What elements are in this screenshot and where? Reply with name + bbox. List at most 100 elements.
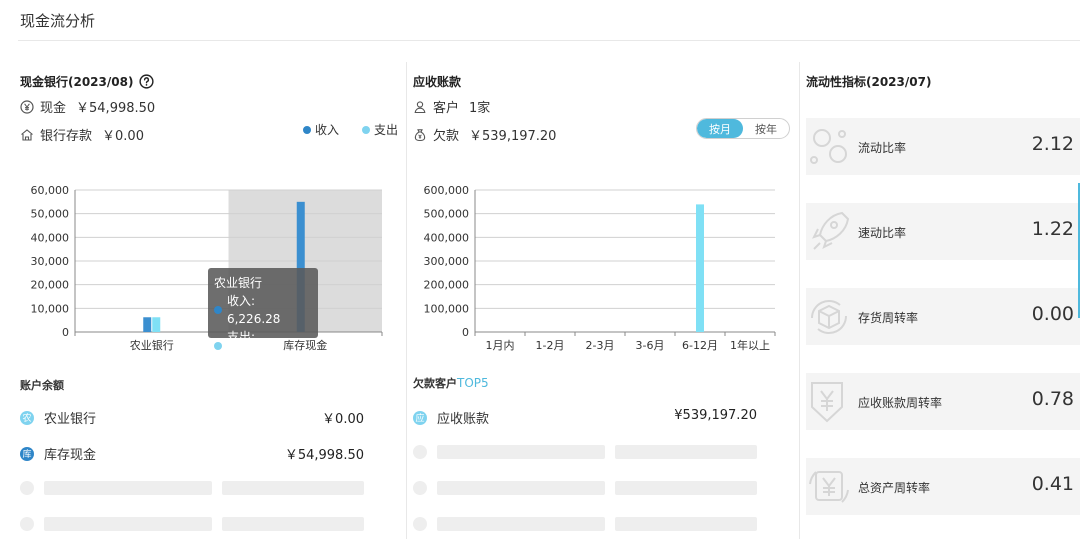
y-tick-label: 30,000 <box>31 255 70 268</box>
user-icon <box>413 100 427 114</box>
cash-label: 现金 <box>40 101 67 116</box>
debtor-row[interactable]: 应 应收账款 <box>413 408 489 427</box>
period-toggle[interactable]: 按月 按年 <box>696 118 790 139</box>
owed-value: ￥539,197.20 <box>469 129 557 144</box>
y-tick-label: 50,000 <box>31 208 70 221</box>
tooltip-income-row: 收入: 6,226.28 <box>214 292 312 328</box>
placeholder-bar <box>44 517 212 531</box>
placeholder-dot <box>20 481 34 495</box>
deposit-value: ￥0.00 <box>102 129 144 144</box>
metric-label: 总资产周转率 <box>858 481 931 495</box>
bar <box>696 204 704 332</box>
balance-amount: ￥0.00 <box>322 412 364 427</box>
circles-icon <box>808 124 850 169</box>
x-tick-label: 2-3月 <box>586 339 615 352</box>
tooltip-income: 收入: 6,226.28 <box>226 294 281 326</box>
customer-line: 客户 1家 <box>413 97 490 116</box>
customer-value: 1家 <box>469 101 491 116</box>
question-circle-icon[interactable] <box>139 74 155 89</box>
legend-expense[interactable]: 支出 <box>362 121 398 138</box>
placeholder-dot <box>413 481 427 495</box>
x-tick-label: 1月内 <box>486 338 515 352</box>
placeholder-bar <box>44 481 212 495</box>
balance-name: 库存现金 <box>44 448 97 463</box>
rocket-icon <box>808 209 850 254</box>
metric-label: 存货周转率 <box>858 311 919 325</box>
y-tick-label: 400,000 <box>424 231 470 244</box>
owed-label: 欠款 <box>433 129 460 144</box>
tooltip-expense: 支出: 6,226.28 <box>226 330 281 362</box>
deposit-line: 银行存款 ￥0.00 <box>20 125 144 144</box>
y-tick-label: 60,000 <box>31 184 70 197</box>
tooltip-expense-row: 支出: 6,226.28 <box>214 328 312 364</box>
yen-cycle-icon <box>808 464 850 509</box>
cash-bank-title: 现金银行(2023/08) <box>20 73 155 90</box>
legend-expense-label: 支出 <box>374 123 399 137</box>
metric-label: 速动比率 <box>858 226 907 240</box>
legend-expense-dot <box>362 125 370 134</box>
placeholder-bar <box>437 517 605 531</box>
cash-badge-icon: 库 <box>20 446 34 461</box>
x-tick-label: 农业银行 <box>130 338 174 352</box>
balance-amount: ￥54,998.50 <box>284 448 364 463</box>
debtor-name: 应收账款 <box>437 412 490 427</box>
placeholder-bar <box>615 445 757 459</box>
metric-value: 2.12 <box>1031 133 1074 155</box>
debtor-amount: ¥539,197.20 <box>674 408 757 423</box>
x-tick-label: 1年以上 <box>730 338 770 352</box>
metric-total-asset-turnover[interactable]: 总资产周转率 0.41 <box>806 458 1080 515</box>
cash-bank-title-text: 现金银行(2023/08) <box>20 75 134 89</box>
chart-tooltip: 农业银行 收入: 6,226.28 支出: 6,226.28 <box>208 268 318 362</box>
placeholder-bar <box>222 517 364 531</box>
y-tick-label: 600,000 <box>424 184 470 197</box>
y-tick-label: 500,000 <box>424 208 470 221</box>
page-title: 现金流分析 <box>20 12 96 30</box>
yen-coin-icon <box>20 99 34 114</box>
x-tick-label: 6-12月 <box>682 339 718 352</box>
legend-income[interactable]: 收入 <box>303 121 339 138</box>
cash-bank-chart: 0 10,000 20,000 30,000 40,000 50,000 60,000 农业银… <box>31 184 383 352</box>
placeholder-dot <box>413 445 427 459</box>
tooltip-income-dot <box>214 306 222 314</box>
cash-value: ￥54,998.50 <box>76 101 156 116</box>
placeholder-bar <box>437 445 605 459</box>
metric-receivables-turnover[interactable]: 应收账款周转率 0.78 <box>806 373 1080 430</box>
metric-value: 0.41 <box>1031 473 1074 495</box>
balance-row-cash[interactable]: 库 库存现金 <box>20 444 96 463</box>
metric-quick-ratio[interactable]: 速动比率 1.22 <box>806 203 1080 260</box>
yen-down-icon <box>808 379 850 424</box>
balance-row-agri[interactable]: 农 农业银行 <box>20 408 96 427</box>
metric-label: 应收账款周转率 <box>858 396 943 410</box>
tooltip-expense-dot <box>214 342 222 350</box>
x-tick-label: 3-6月 <box>636 339 665 352</box>
y-tick-label: 10,000 <box>31 302 70 315</box>
receivables-title: 应收账款 <box>413 75 462 89</box>
y-tick-label: 0 <box>462 326 469 339</box>
bar <box>143 317 152 332</box>
metric-value: 0.00 <box>1031 303 1074 325</box>
top-debtors-label-text: 欠款客户 <box>413 377 457 390</box>
customer-label: 客户 <box>433 101 460 116</box>
tooltip-title: 农业银行 <box>214 276 263 290</box>
balances-label: 账户余额 <box>20 379 64 392</box>
money-bag-icon <box>413 128 427 142</box>
bank-icon <box>20 128 34 142</box>
bar <box>152 317 161 332</box>
toggle-by-month[interactable]: 按月 <box>697 119 743 138</box>
y-tick-label: 40,000 <box>31 231 70 244</box>
metric-inventory-turnover[interactable]: 存货周转率 0.00 <box>806 288 1080 345</box>
title-divider <box>18 40 1080 41</box>
metric-current-ratio[interactable]: 流动比率 2.12 <box>806 118 1080 175</box>
placeholder-bar <box>615 481 757 495</box>
box-cycle-icon <box>808 294 850 339</box>
owed-line: 欠款 ￥539,197.20 <box>413 125 556 144</box>
toggle-by-year[interactable]: 按年 <box>743 119 789 138</box>
balance-name: 农业银行 <box>44 412 97 427</box>
y-tick-label: 20,000 <box>31 279 70 292</box>
metric-value: 0.78 <box>1031 388 1074 410</box>
legend-income-dot <box>303 125 311 134</box>
placeholder-bar <box>222 481 364 495</box>
receivable-badge-icon: 应 <box>413 410 427 425</box>
x-tick-label: 1-2月 <box>536 339 565 352</box>
placeholder-bar <box>615 517 757 531</box>
